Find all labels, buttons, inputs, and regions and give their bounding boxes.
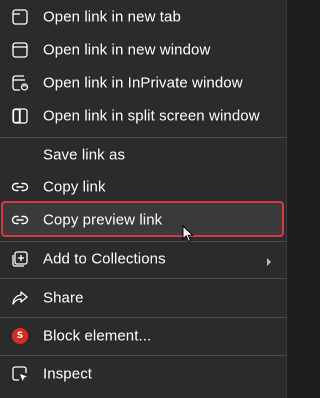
menu-item-label: Open link in new tab (43, 8, 181, 25)
menu-item-open-split-screen[interactable]: Open link in split screen window (0, 99, 287, 132)
menu-item-inspect[interactable]: Inspect (0, 357, 287, 390)
adblock-icon: S (10, 326, 30, 346)
context-menu: Open link in new tab Open link in new wi… (0, 0, 287, 398)
menu-item-share[interactable]: Share (0, 281, 287, 314)
share-icon (10, 288, 30, 308)
new-window-icon (10, 40, 30, 60)
menu-item-label: Open link in new window (43, 41, 211, 58)
mouse-cursor-icon (182, 224, 196, 243)
menu-item-copy-link[interactable]: Copy link (0, 170, 287, 203)
menu-item-label: Add to Collections (43, 250, 166, 267)
menu-item-label: Share (43, 289, 84, 306)
menu-item-open-new-window[interactable]: Open link in new window (0, 33, 287, 66)
menu-item-label: Open link in split screen window (43, 107, 260, 124)
link-icon (10, 210, 30, 230)
menu-item-label: Inspect (43, 365, 93, 382)
menu-item-open-new-tab[interactable]: Open link in new tab (0, 0, 287, 33)
chevron-right-icon (265, 254, 273, 266)
menu-separator (0, 355, 287, 356)
link-icon (10, 177, 30, 197)
menu-item-label: Open link in InPrivate window (43, 74, 243, 91)
collections-icon (10, 249, 30, 269)
menu-item-block-element[interactable]: S Block element... (0, 319, 287, 352)
split-screen-icon (10, 106, 30, 126)
menu-item-save-link-as[interactable]: Save link as (0, 138, 287, 171)
menu-item-label: Save link as (43, 146, 126, 163)
new-tab-icon (10, 7, 30, 27)
adblock-icon-letter: S (12, 327, 28, 344)
inspect-icon (10, 364, 30, 384)
menu-item-label: Block element... (43, 327, 152, 344)
menu-item-copy-preview-link[interactable]: Copy preview link (0, 203, 287, 236)
menu-item-label: Copy preview link (43, 211, 163, 228)
menu-separator (0, 317, 287, 318)
menu-item-label: Copy link (43, 178, 106, 195)
inprivate-window-icon (10, 73, 30, 93)
menu-item-add-to-collections[interactable]: Add to Collections (0, 242, 287, 275)
menu-item-open-inprivate[interactable]: Open link in InPrivate window (0, 66, 287, 99)
menu-separator (0, 278, 287, 279)
